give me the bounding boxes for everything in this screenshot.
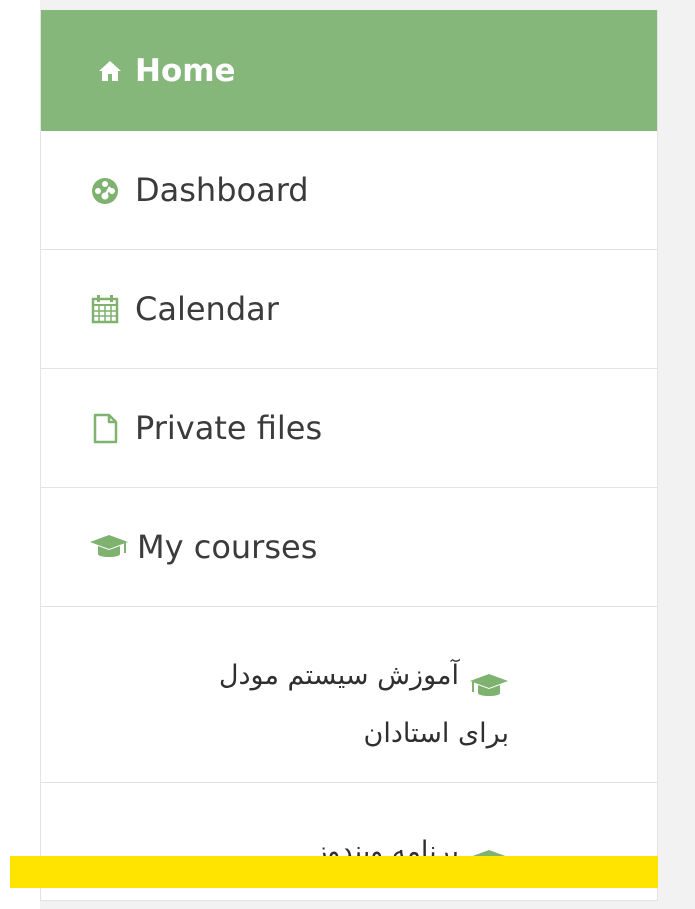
nav-item-home[interactable]: Home (41, 10, 657, 131)
graduation-cap-icon (89, 531, 129, 563)
file-icon (89, 412, 121, 444)
nav-item-private-files-label: Private files (135, 409, 323, 447)
calendar-icon (89, 293, 121, 325)
course-item-label: آموزش سیستم مودل برای استادان (218, 660, 509, 749)
nav-item-calendar[interactable]: Calendar (41, 250, 657, 369)
nav-item-my-courses[interactable]: My courses (41, 488, 657, 607)
nav-item-calendar-label: Calendar (135, 290, 279, 328)
nav-item-dashboard[interactable]: Dashboard (41, 131, 657, 250)
nav-item-my-courses-label: My courses (137, 528, 318, 566)
navigation-drawer: Home Dashboard Calendar Private files My… (40, 10, 658, 901)
dashboard-icon (89, 174, 121, 206)
highlight-marker (10, 856, 658, 888)
course-item-moodle-teachers[interactable]: آموزش سیستم مودل برای استادان (41, 607, 657, 783)
page: Home Dashboard Calendar Private files My… (0, 0, 695, 909)
graduation-cap-icon (469, 663, 509, 696)
nav-item-dashboard-label: Dashboard (135, 171, 309, 209)
home-icon (97, 58, 123, 84)
nav-item-private-files[interactable]: Private files (41, 369, 657, 488)
nav-item-home-label: Home (135, 52, 236, 89)
left-gutter (0, 0, 40, 909)
